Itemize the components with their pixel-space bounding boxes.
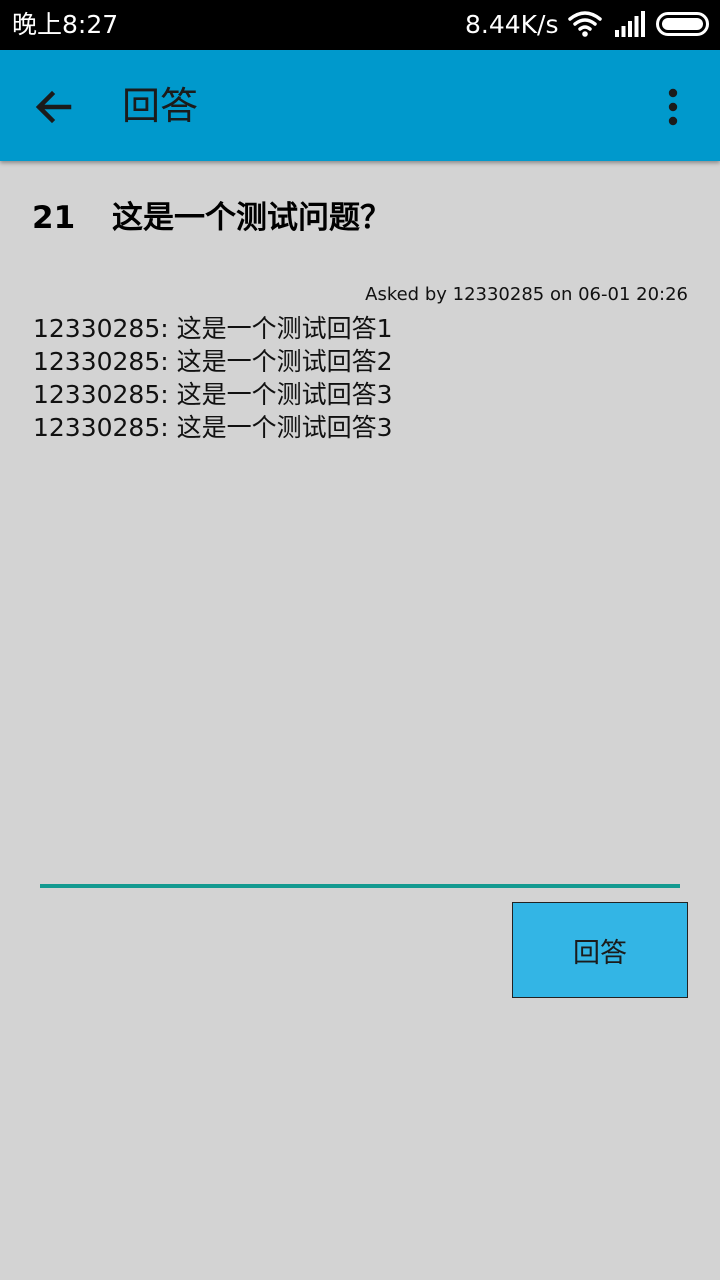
arrow-left-icon: [35, 90, 72, 124]
question-number: 21: [32, 200, 76, 236]
battery-icon: [656, 10, 712, 42]
overflow-menu-button[interactable]: [650, 80, 696, 134]
answer-item: 12330285: 这是一个测试回答3: [33, 380, 393, 409]
answer-item: 12330285: 这是一个测试回答2: [33, 347, 393, 376]
signal-icon: [614, 10, 646, 42]
answer-input[interactable]: [40, 840, 680, 888]
question-header: 21 这是一个测试问题？: [32, 196, 391, 240]
app-bar: 回答: [0, 50, 720, 161]
asked-by-info: Asked by 12330285 on 06-01 20:26: [365, 284, 688, 305]
question-text: 这是一个测试问题？: [112, 200, 391, 236]
answer-item: 12330285: 这是一个测试回答1: [33, 314, 393, 343]
submit-answer-button[interactable]: 回答: [512, 902, 688, 998]
status-time: 晚上8:27: [12, 10, 119, 39]
network-speed: 8.44K/s: [465, 10, 559, 39]
answer-list: 12330285: 这是一个测试回答1 12330285: 这是一个测试回答2 …: [33, 312, 393, 444]
answer-item: 12330285: 这是一个测试回答3: [33, 413, 393, 442]
back-button[interactable]: [26, 80, 82, 134]
page-title: 回答: [122, 84, 199, 128]
more-vertical-icon: [668, 88, 678, 126]
wifi-icon: [568, 10, 602, 42]
status-bar: 晚上8:27 8.44K/s: [0, 0, 720, 50]
